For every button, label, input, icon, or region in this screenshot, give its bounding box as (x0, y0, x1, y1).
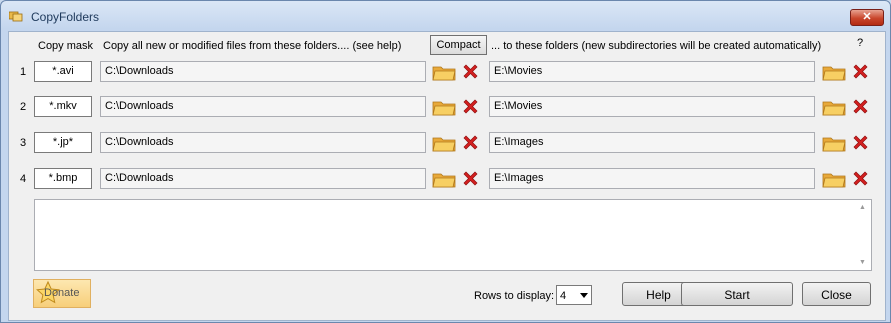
title-bar: CopyFolders ✕ (1, 1, 890, 31)
source-folder-field[interactable]: C:\Downloads (100, 132, 426, 153)
copy-mask-field[interactable]: *.avi (34, 61, 92, 82)
folder-pair-row: 2 *.mkv C:\Downloads E:\Movies (9, 96, 885, 120)
red-x-icon[interactable] (462, 98, 479, 115)
destination-folder-field[interactable]: E:\Images (489, 132, 815, 153)
destination-folder-field[interactable]: E:\Movies (489, 61, 815, 82)
red-x-icon[interactable] (462, 63, 479, 80)
folder-pair-row: 3 *.jp* C:\Downloads E:\Images (9, 132, 885, 156)
source-folder-field[interactable]: C:\Downloads (100, 96, 426, 117)
folder-pair-row: 4 *.bmp C:\Downloads E:\Images (9, 168, 885, 192)
red-x-icon[interactable] (852, 98, 869, 115)
red-x-icon[interactable] (852, 170, 869, 187)
rows-to-display-select[interactable]: 4 (556, 285, 592, 305)
destination-folder-field[interactable]: E:\Images (489, 168, 815, 189)
app-window: CopyFolders ✕ Copy mask Copy all new or … (0, 0, 891, 323)
help-question-mark[interactable]: ? (857, 37, 863, 49)
log-output-area[interactable]: ▲ ▼ (34, 199, 872, 271)
copy-mask-header: Copy mask (38, 40, 94, 52)
rows-to-display-value: 4 (560, 290, 567, 302)
app-folders-icon (9, 11, 23, 22)
folder-icon[interactable] (822, 134, 846, 152)
folder-icon[interactable] (432, 134, 456, 152)
rows-to-display-label: Rows to display: (474, 290, 555, 302)
folder-pair-row: 1 *.avi C:\Downloads E:\Movies (9, 61, 885, 85)
folder-icon[interactable] (822, 63, 846, 81)
red-x-icon[interactable] (462, 170, 479, 187)
source-folder-field[interactable]: C:\Downloads (100, 168, 426, 189)
window-title: CopyFolders (31, 10, 100, 24)
chevron-down-icon (580, 293, 588, 298)
row-number: 2 (19, 101, 27, 113)
donate-button[interactable]: Donate (33, 279, 91, 308)
destination-folders-header: ... to these folders (new subdirectories… (491, 40, 822, 52)
scroll-down-arrow-icon[interactable]: ▼ (859, 259, 866, 266)
destination-folder-field[interactable]: E:\Movies (489, 96, 815, 117)
window-close-button[interactable]: ✕ (850, 9, 884, 26)
donate-label: Donate (44, 287, 80, 299)
compact-button[interactable]: Compact (430, 35, 487, 55)
copy-mask-field[interactable]: *.bmp (34, 168, 92, 189)
folder-icon[interactable] (822, 170, 846, 188)
folder-icon[interactable] (432, 63, 456, 81)
folder-icon[interactable] (432, 98, 456, 116)
main-panel: Copy mask Copy all new or modified files… (8, 31, 886, 321)
source-folder-field[interactable]: C:\Downloads (100, 61, 426, 82)
row-number: 4 (19, 173, 27, 185)
row-number: 1 (19, 66, 27, 78)
copy-mask-field[interactable]: *.jp* (34, 132, 92, 153)
close-button[interactable]: Close (802, 282, 871, 306)
folder-icon[interactable] (822, 98, 846, 116)
red-x-icon[interactable] (852, 134, 869, 151)
source-folders-header: Copy all new or modified files from thes… (103, 40, 402, 52)
row-number: 3 (19, 137, 27, 149)
folder-icon[interactable] (432, 170, 456, 188)
log-scrollbar[interactable]: ▲ ▼ (855, 200, 871, 270)
red-x-icon[interactable] (462, 134, 479, 151)
scroll-up-arrow-icon[interactable]: ▲ (859, 204, 866, 211)
start-button[interactable]: Start (681, 282, 793, 306)
red-x-icon[interactable] (852, 63, 869, 80)
copy-mask-field[interactable]: *.mkv (34, 96, 92, 117)
